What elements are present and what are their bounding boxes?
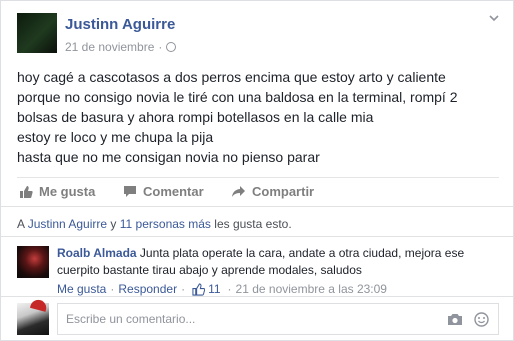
comment-button[interactable]: Comentar [123,184,204,199]
like-label: Me gusta [39,184,96,199]
footer-dot: · [181,282,186,296]
divider [1,296,513,297]
likes-suffix: les gusta esto. [214,217,292,231]
share-icon [232,186,245,197]
likes-conj: y [110,217,117,231]
comment-composer [17,298,499,335]
thumbs-up-icon [192,282,206,296]
author-avatar[interactable] [17,13,57,53]
post-text-line: estoy re loco y me chupa la pija [17,129,214,145]
likes-others-link[interactable]: 11 personas más [120,217,211,231]
emoji-icon[interactable] [474,312,489,327]
comment-reply-link[interactable]: Responder [118,282,177,296]
share-button[interactable]: Compartir [231,184,314,199]
chevron-down-icon[interactable] [489,13,499,23]
comment-input[interactable] [57,303,499,335]
post-text-line: bolsas de basura y ahora rompi botellaso… [17,109,374,125]
comment-timestamp[interactable]: 21 de noviembre a las 23:09 [236,282,387,296]
post-text: hoy cagé a cascotasos a dos perros encim… [17,67,501,167]
divider [1,206,513,207]
meta-separator: · [158,40,163,54]
camera-icon[interactable] [447,313,463,326]
divider [1,236,513,237]
comment-author[interactable]: Roalb Almada [57,246,137,260]
like-count-value: 11 [208,282,221,296]
post-actions: Me gusta Comentar Compartir [17,177,499,205]
comment-like-link[interactable]: Me gusta [57,282,106,296]
comment-footer: Me gusta · Responder · 11 · 21 de noviem… [57,282,387,296]
post-text-line: hasta que no me consigan novia no pienso… [17,149,320,165]
post-meta: 21 de noviembre · [65,40,177,54]
post-date[interactable]: 21 de noviembre [65,40,154,54]
comment-label: Comentar [143,184,204,199]
liker-name-link[interactable]: Justinn Aguirre [28,217,107,231]
post-author[interactable]: Justinn Aguirre [65,16,175,33]
share-label: Compartir [252,184,315,199]
comment-like-count[interactable]: 11 [192,282,221,296]
post-card: Justinn Aguirre 21 de noviembre · hoy cag… [0,0,514,341]
likes-prefix: A [17,217,25,231]
post-text-line: hoy cagé a cascotasos a dos perros encim… [17,69,446,85]
comment-icon [124,186,136,197]
likes-summary: A Justinn Aguirre y 11 personas más les … [17,217,292,231]
footer-dot: · [227,282,232,296]
commenter-avatar[interactable] [17,246,49,278]
globe-icon[interactable] [166,42,177,52]
thumbs-up-icon [20,185,33,198]
like-button[interactable]: Me gusta [19,184,95,199]
post-text-line: porque no consigo novia le tiré con una … [17,89,458,105]
footer-dot: · [110,282,115,296]
comment-body: Roalb Almada Junta plata operate la cara… [57,245,497,279]
